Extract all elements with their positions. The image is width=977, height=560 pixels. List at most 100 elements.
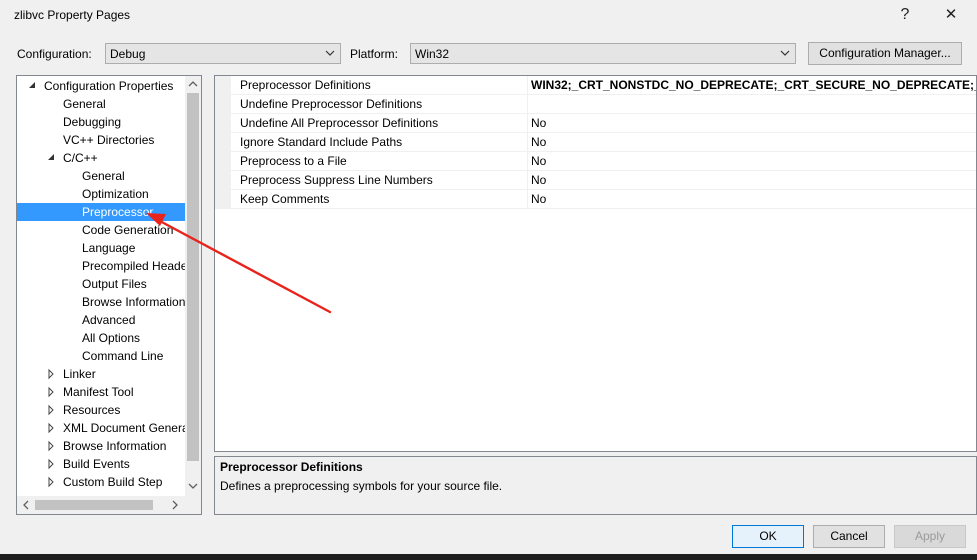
apply-button[interactable]: Apply xyxy=(894,525,966,548)
tree-item[interactable]: VC++ Directories xyxy=(17,131,185,149)
tree-item[interactable]: Output Files xyxy=(17,275,185,293)
property-row[interactable]: Preprocess to a File No xyxy=(215,152,976,171)
expanded-triangle-icon[interactable] xyxy=(27,77,37,95)
collapsed-triangle-icon[interactable] xyxy=(46,419,56,437)
property-name: Preprocess to a File xyxy=(240,154,347,168)
row-gutter xyxy=(215,152,231,170)
tree-item[interactable]: Manifest Tool xyxy=(17,383,185,401)
tree-item-label: Browse Information xyxy=(63,439,167,453)
close-button[interactable]: ✕ xyxy=(934,2,968,28)
tree-item-label: General xyxy=(82,169,125,183)
property-row[interactable]: Preprocess Suppress Line Numbers No xyxy=(215,171,976,190)
tree-item[interactable]: Configuration Properties xyxy=(17,77,185,95)
tree-item[interactable]: Code Generation xyxy=(17,221,185,239)
tree-item[interactable]: Advanced xyxy=(17,311,185,329)
tree-item[interactable]: Resources xyxy=(17,401,185,419)
cancel-button[interactable]: Cancel xyxy=(813,525,885,548)
tree-horizontal-scrollbar[interactable] xyxy=(17,496,185,514)
tree-item-label: VC++ Directories xyxy=(63,133,155,147)
collapsed-triangle-icon[interactable] xyxy=(46,365,56,383)
help-button[interactable]: ? xyxy=(888,2,922,28)
configuration-dropdown[interactable]: Debug xyxy=(105,43,341,64)
platform-value: Win32 xyxy=(415,47,450,61)
property-row[interactable]: Keep Comments No xyxy=(215,190,976,209)
tree-item[interactable]: XML Document Genera xyxy=(17,419,189,437)
description-title: Preprocessor Definitions xyxy=(220,460,363,474)
tree-item-label: XML Document Genera xyxy=(63,421,189,435)
property-row[interactable]: Ignore Standard Include Paths No xyxy=(215,133,976,152)
tree-item-label: Code Generation xyxy=(82,223,174,237)
tree-item-label: Debugging xyxy=(63,115,122,129)
collapsed-triangle-icon[interactable] xyxy=(46,473,56,491)
collapsed-triangle-icon[interactable] xyxy=(46,383,56,401)
platform-dropdown[interactable]: Win32 xyxy=(410,43,796,64)
property-name: Undefine All Preprocessor Definitions xyxy=(240,116,439,130)
row-gutter xyxy=(215,114,231,132)
tree-vertical-scroll-thumb[interactable] xyxy=(187,93,199,461)
tree-item[interactable]: Optimization xyxy=(17,185,185,203)
tree-item[interactable]: General xyxy=(17,95,185,113)
description-panel: Preprocessor Definitions Defines a prepr… xyxy=(214,456,977,515)
tree-item-label: Browse Information xyxy=(82,295,186,309)
column-separator xyxy=(527,114,528,132)
collapsed-triangle-icon[interactable] xyxy=(46,437,56,455)
tree-item-label: Preprocessor xyxy=(82,205,154,219)
configuration-label: Configuration: xyxy=(17,47,92,61)
tree-item[interactable]: Command Line xyxy=(17,347,185,365)
tree-item[interactable]: Debugging xyxy=(17,113,185,131)
scrollbar-corner xyxy=(185,496,201,514)
property-value[interactable]: No xyxy=(531,133,976,151)
tree-item-label: Configuration Properties xyxy=(44,79,174,93)
configuration-manager-button[interactable]: Configuration Manager... xyxy=(808,42,962,65)
tree-item[interactable]: All Options xyxy=(17,329,185,347)
tree-horizontal-scroll-thumb[interactable] xyxy=(35,500,153,510)
platform-label: Platform: xyxy=(350,47,399,61)
tree-item[interactable]: Build Events xyxy=(17,455,185,473)
chevron-right-icon[interactable] xyxy=(170,500,180,510)
tree-item-label: General xyxy=(63,97,106,111)
property-tree[interactable]: Configuration Properties General Debugging… xyxy=(16,75,202,515)
collapsed-triangle-icon[interactable] xyxy=(46,401,56,419)
property-grid[interactable]: Preprocessor Definitions WIN32;_CRT_NONST… xyxy=(214,75,977,452)
tree-item[interactable]: Browse Information xyxy=(17,437,185,455)
property-value[interactable]: No xyxy=(531,152,976,170)
property-value[interactable]: No xyxy=(531,190,976,208)
tree-item-label: Precompiled Heade xyxy=(82,259,188,273)
property-name: Keep Comments xyxy=(240,192,330,206)
chevron-left-icon[interactable] xyxy=(21,500,31,510)
tree-item-label: Custom Build Step xyxy=(63,475,163,489)
column-separator xyxy=(527,152,528,170)
property-value[interactable]: No xyxy=(531,114,976,132)
tree-item[interactable]: C/C++ xyxy=(17,149,185,167)
tree-item[interactable]: Browse Information xyxy=(17,293,185,311)
property-row[interactable]: Preprocessor Definitions WIN32;_CRT_NONST… xyxy=(215,76,976,95)
tree-item-label: Output Files xyxy=(82,277,147,291)
property-name: Preprocess Suppress Line Numbers xyxy=(240,173,433,187)
column-separator xyxy=(527,76,528,94)
ok-button[interactable]: OK xyxy=(732,525,804,548)
property-row[interactable]: Undefine Preprocessor Definitions xyxy=(215,95,976,114)
chevron-up-icon[interactable] xyxy=(188,79,198,89)
tree-vertical-scrollbar[interactable] xyxy=(185,76,201,496)
expanded-triangle-icon[interactable] xyxy=(46,149,56,167)
tree-item[interactable]: Precompiled Heade xyxy=(17,257,188,275)
property-name: Undefine Preprocessor Definitions xyxy=(240,97,423,111)
chevron-down-icon xyxy=(325,50,335,56)
tree-item-label: Resources xyxy=(63,403,121,417)
tree-item[interactable]: Language xyxy=(17,239,185,257)
tree-item[interactable]: General xyxy=(17,167,185,185)
tree-item[interactable]: Linker xyxy=(17,365,185,383)
property-value[interactable]: WIN32;_CRT_NONSTDC_NO_DEPRECATE;_CRT_SEC… xyxy=(531,76,976,94)
tree-item[interactable]: Preprocessor xyxy=(17,203,185,221)
property-row[interactable]: Undefine All Preprocessor Definitions No xyxy=(215,114,976,133)
tree-item[interactable]: Custom Build Step xyxy=(17,473,185,491)
property-pages-dialog: zlibvc Property Pages ? ✕ Configuration:… xyxy=(0,0,977,554)
tree-item-label: Advanced xyxy=(82,313,136,327)
row-gutter xyxy=(215,171,231,189)
property-value[interactable]: No xyxy=(531,171,976,189)
configuration-value: Debug xyxy=(110,47,146,61)
column-separator xyxy=(527,171,528,189)
chevron-down-icon[interactable] xyxy=(188,481,198,491)
tree-item-label: All Options xyxy=(82,331,141,345)
collapsed-triangle-icon[interactable] xyxy=(46,455,56,473)
